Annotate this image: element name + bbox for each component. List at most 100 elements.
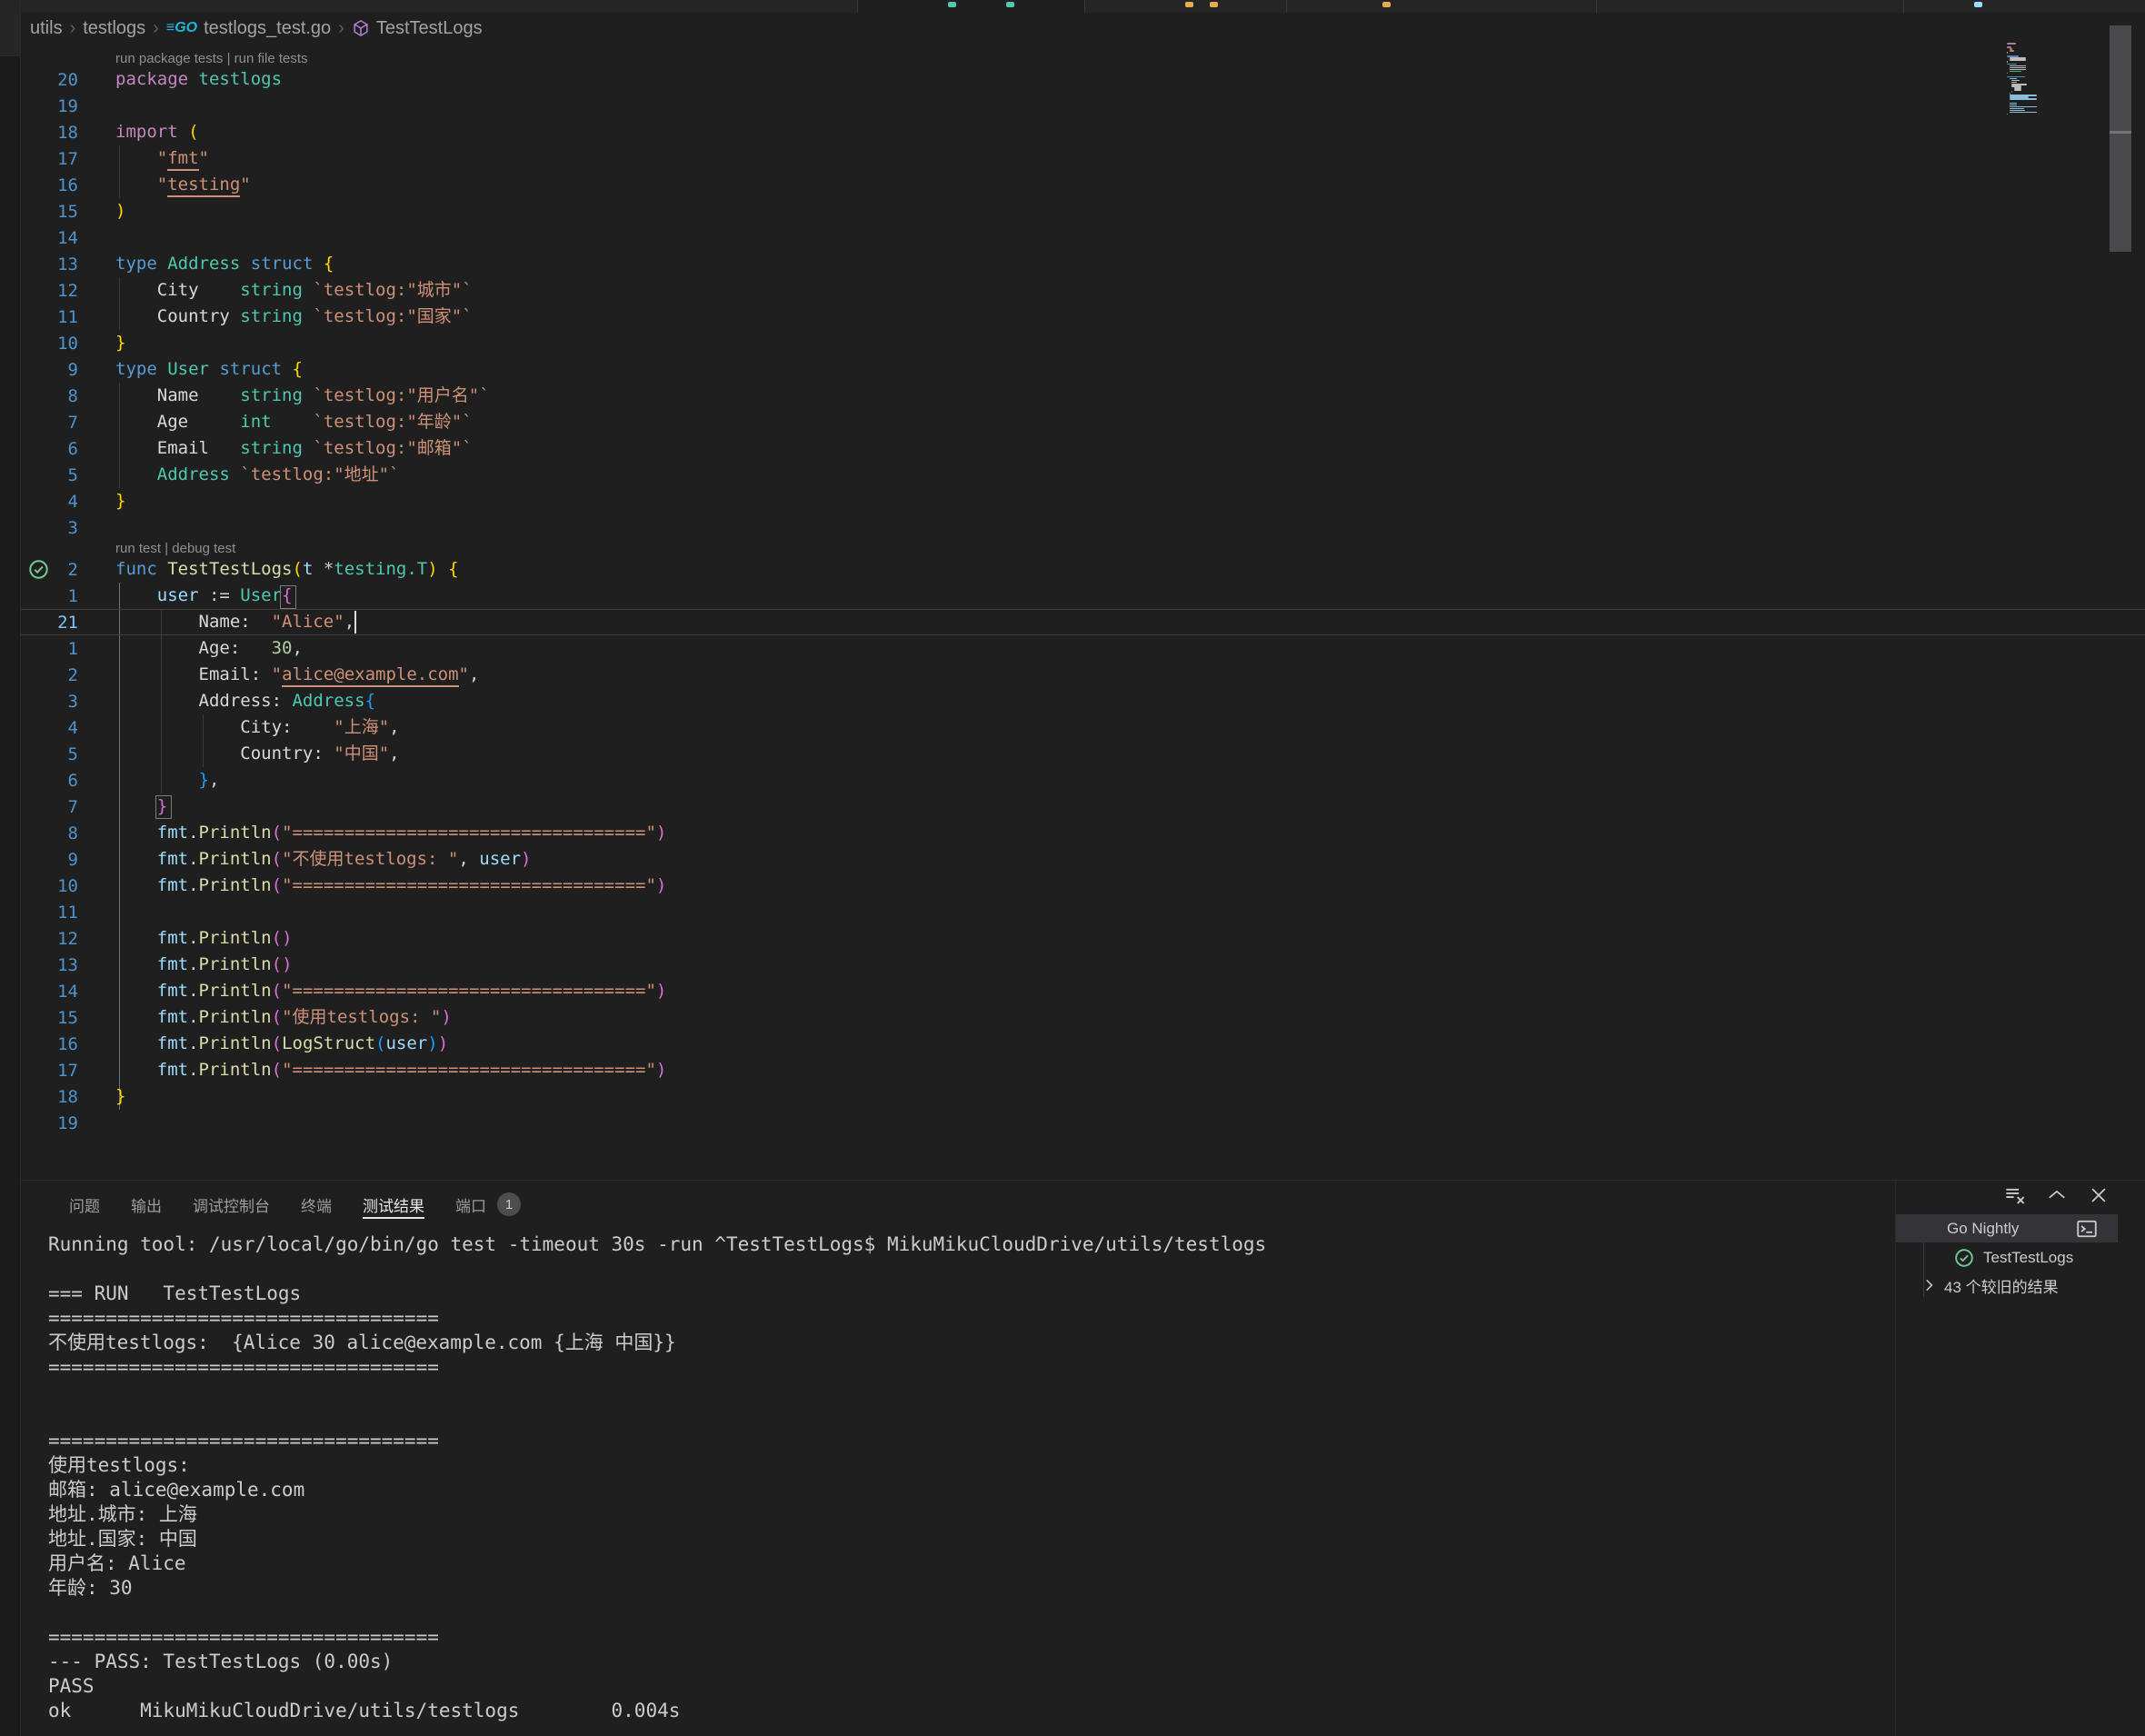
code-text: Country: "中国", <box>78 741 400 767</box>
code-line: 11 <box>21 899 2145 925</box>
line-number: 11 <box>21 307 78 327</box>
panel-tab-调试控制台[interactable]: 调试控制台 <box>193 1184 270 1224</box>
editor-scrollbar-thumb[interactable] <box>2110 25 2131 252</box>
code-line: 9 fmt.Println("不使用testlogs: ", user) <box>21 846 2145 873</box>
output-line: ok MikuMikuCloudDrive/utils/testlogs 0.0… <box>48 1699 1891 1723</box>
code-text: City: "上海", <box>78 714 400 741</box>
panel-tab-终端[interactable]: 终端 <box>301 1184 332 1224</box>
minimap-line <box>2010 105 2017 106</box>
line-number: 6 <box>21 771 78 791</box>
breadcrumb-item[interactable]: utils <box>30 18 63 39</box>
minimap-line <box>2010 108 2025 110</box>
line-number: 10 <box>21 876 78 896</box>
test-results-output[interactable]: Running tool: /usr/local/go/bin/go test … <box>48 1232 1891 1723</box>
codelens-link[interactable]: run package tests | run file tests <box>21 51 2145 66</box>
test-result-row[interactable]: TestTestLogs <box>1896 1245 2073 1271</box>
code-text: user := User{ <box>78 583 293 609</box>
vscode-window: utils›testlogs›≡GOtestlogs_test.go›TestT… <box>0 0 2145 1736</box>
output-line: ================================== <box>48 1355 1891 1380</box>
minimap-line <box>2010 106 2037 108</box>
code-text: Age: 30, <box>78 635 303 662</box>
code-text: fmt.Println("===========================… <box>78 820 666 846</box>
code-lines: run package tests | run file tests20pack… <box>21 51 2145 1136</box>
output-line: 地址.国家: 中国 <box>48 1527 1891 1551</box>
line-number: 16 <box>21 1034 78 1054</box>
code-line: 5 Address `testlog:"地址"` <box>21 462 2145 488</box>
panel-tab-测试结果[interactable]: 测试结果 <box>363 1184 424 1224</box>
line-number: 18 <box>21 1087 78 1107</box>
code-text: fmt.Println(LogStruct(user)) <box>78 1031 448 1057</box>
code-line: 19 <box>21 93 2145 119</box>
editor-tab-strip[interactable] <box>21 0 2145 13</box>
sidebar-header-sliver <box>0 0 20 56</box>
output-line: 地址.城市: 上海 <box>48 1502 1891 1527</box>
minimap-line <box>2010 110 2025 112</box>
breadcrumb-item[interactable]: testlogs <box>83 18 145 39</box>
older-results-row[interactable]: 43 个较旧的结果 <box>1896 1272 2059 1298</box>
codelens-link[interactable]: run test | debug test <box>21 541 2145 556</box>
output-line <box>48 1601 1891 1625</box>
code-text: ) <box>78 198 125 224</box>
code-line: 21 Name: "Alice", <box>21 609 2145 635</box>
test-result-label: TestTestLogs <box>1983 1249 2073 1267</box>
line-number: 12 <box>21 281 78 301</box>
show-output-icon[interactable] <box>2076 1218 2098 1240</box>
chevron-right-icon: › <box>70 18 76 39</box>
panel-tab-label: 测试结果 <box>363 1193 424 1216</box>
minimap-line <box>2014 89 2022 91</box>
code-line: 2 Email: "alice@example.com", <box>21 662 2145 688</box>
line-number: 5 <box>21 465 78 485</box>
output-line: PASS <box>48 1674 1891 1699</box>
breadcrumb: utils›testlogs›≡GOtestlogs_test.go›TestT… <box>21 13 2145 44</box>
breadcrumb-item[interactable]: testlogs_test.go <box>204 18 331 39</box>
code-text: "testing" <box>78 172 251 198</box>
editor-pane[interactable]: utils›testlogs›≡GOtestlogs_test.go›TestT… <box>21 0 2145 1180</box>
sidebar-sliver <box>0 0 21 1736</box>
minimap-line <box>2007 52 2008 54</box>
panel-tab-端口[interactable]: 端口1 <box>455 1184 521 1224</box>
panel-tab-输出[interactable]: 输出 <box>131 1184 162 1224</box>
minimap-line <box>2010 103 2017 105</box>
line-number: 9 <box>21 850 78 870</box>
line-number: 3 <box>21 518 78 538</box>
chevron-right-icon: › <box>338 18 344 39</box>
minimap[interactable] <box>2007 43 2061 117</box>
code-line: 6 Email string `testlog:"邮箱"` <box>21 435 2145 462</box>
run-test-pass-icon[interactable] <box>28 559 49 580</box>
tab-separator <box>1084 0 1085 13</box>
code-line: 15 fmt.Println("使用testlogs: ") <box>21 1004 2145 1031</box>
chevron-right-icon <box>1921 1277 1937 1293</box>
code-text: Country string `testlog:"国家"` <box>78 304 473 330</box>
panel-tab-label: 端口 <box>455 1193 486 1216</box>
line-number: 15 <box>21 202 78 222</box>
code-text: } <box>78 488 125 514</box>
code-text: Name string `testlog:"用户名"` <box>78 383 490 409</box>
test-run-group-row[interactable]: Go Nightly <box>1896 1214 2118 1242</box>
minimap-line <box>2007 43 2016 45</box>
code-text: import ( <box>78 119 199 145</box>
line-number: 18 <box>21 123 78 143</box>
breadcrumb-item[interactable]: TestTestLogs <box>376 18 483 39</box>
code-line: 11 Country string `testlog:"国家"` <box>21 304 2145 330</box>
code-line: 9type User struct { <box>21 356 2145 383</box>
code-line: 16 "testing" <box>21 172 2145 198</box>
line-number: 17 <box>21 149 78 169</box>
code-text: Address `testlog:"地址"` <box>78 462 400 488</box>
bottom-panel: 问题输出调试控制台终端 测试结果 端口1 Running tool: /usr/lo… <box>21 1180 2145 1736</box>
minimap-line <box>2010 69 2026 71</box>
active-editor-tab[interactable] <box>857 0 1084 13</box>
code-line: 4} <box>21 488 2145 514</box>
minimap-line <box>2007 45 2061 46</box>
code-line: 6 }, <box>21 767 2145 793</box>
minimap-line <box>2007 100 2061 102</box>
panel-tab-问题[interactable]: 问题 <box>69 1184 100 1224</box>
minimap-line <box>2007 64 2017 65</box>
code-text: fmt.Println("===========================… <box>78 873 666 899</box>
bracket-match-box <box>280 585 296 609</box>
go-file-icon <box>948 2 956 7</box>
output-line: Running tool: /usr/local/go/bin/go test … <box>48 1232 1891 1257</box>
test-pass-icon <box>1954 1248 1974 1268</box>
code-line: 7 Age int `testlog:"年龄"` <box>21 409 2145 435</box>
line-number: 21 <box>21 613 78 633</box>
code-text: Name: "Alice", <box>78 609 354 635</box>
